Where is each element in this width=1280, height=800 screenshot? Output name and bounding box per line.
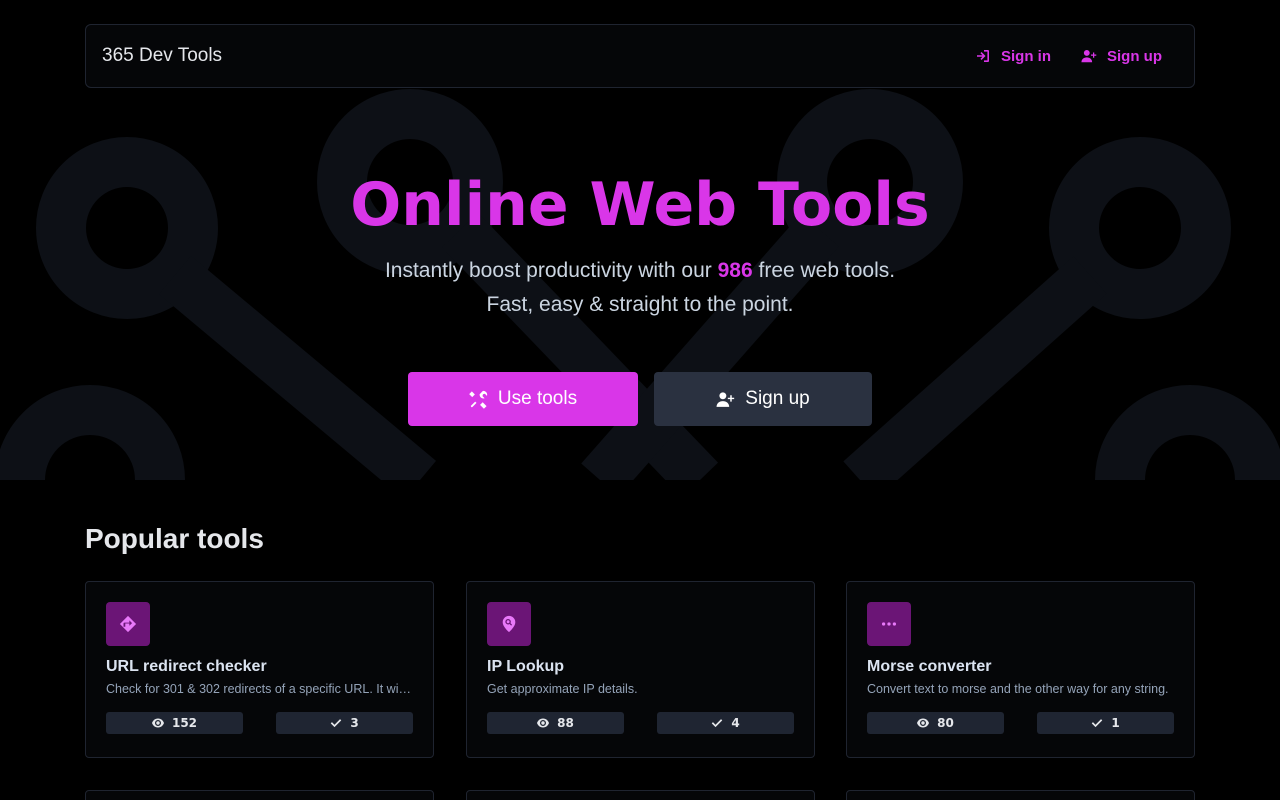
tool-icon-box [487,602,531,646]
hero-section: Online Web Tools Instantly boost product… [0,170,1280,426]
tool-card[interactable]: Morse converter Convert text to morse an… [846,581,1195,758]
eye-icon [537,718,550,728]
uses-badge: 3 [276,712,413,734]
hero-buttons: Use tools Sign up [0,372,1280,426]
check-icon [331,719,342,728]
dots-icon [881,622,897,626]
check-icon [1092,719,1103,728]
tool-icon-box [106,602,150,646]
views-badge: 88 [487,712,624,734]
tools-icon [469,390,488,409]
tool-card-partial[interactable] [85,790,434,800]
location-search-icon [502,615,516,633]
views-count: 152 [171,716,198,730]
user-plus-icon [716,391,735,407]
directions-icon [119,615,137,633]
hero-subtitle: Instantly boost productivity with our 98… [360,254,920,322]
uses-badge: 4 [657,712,794,734]
tool-card-partial[interactable] [466,790,815,800]
uses-badge: 1 [1037,712,1174,734]
tool-name: URL redirect checker [106,658,267,675]
hero-sign-up-button[interactable]: Sign up [654,372,872,426]
tool-card[interactable]: URL redirect checker Check for 301 & 302… [85,581,434,758]
tool-description: Convert text to morse and the other way … [867,682,1169,696]
hero-title: Online Web Tools [350,170,930,240]
eye-icon [917,718,930,728]
tool-count: 986 [717,259,753,282]
views-count: 88 [557,716,574,730]
sign-in-link[interactable]: Sign in [975,48,1051,65]
tool-description: Get approximate IP details. [487,682,638,696]
tool-name: Morse converter [867,658,992,675]
check-icon [712,719,723,728]
sign-up-link[interactable]: Sign up [1081,48,1162,65]
top-navbar: 365 Dev Tools Sign in Sign up [85,24,1195,88]
popular-tools-title: Popular tools [85,523,264,554]
views-count: 80 [937,716,954,730]
tool-card-partial[interactable] [846,790,1195,800]
sign-in-icon [977,50,989,62]
tool-icon-box [867,602,911,646]
views-badge: 80 [867,712,1004,734]
tool-stats: 80 1 [867,712,1174,734]
use-tools-label: Use tools [497,388,578,409]
user-plus-icon [1081,49,1097,63]
sign-in-label: Sign in [1001,47,1051,65]
hero-sign-up-label: Sign up [745,388,810,409]
eye-icon [151,718,164,728]
tool-stats: 152 3 [106,712,413,734]
tool-card[interactable]: IP Lookup Get approximate IP details. 88… [466,581,815,758]
uses-count: 1 [1111,716,1120,730]
brand-logo[interactable]: 365 Dev Tools [102,45,222,67]
views-badge: 152 [106,712,243,734]
nav-links: Sign in Sign up [975,48,1162,65]
tool-name: IP Lookup [487,658,565,675]
uses-count: 4 [731,716,740,730]
sign-up-label: Sign up [1107,47,1162,65]
use-tools-button[interactable]: Use tools [408,372,638,426]
tool-stats: 88 4 [487,712,794,734]
hero-subtitle-start: Instantly boost productivity with our [384,259,718,282]
tool-description: Check for 301 & 302 redirects of a speci… [106,682,413,696]
uses-count: 3 [350,716,359,730]
